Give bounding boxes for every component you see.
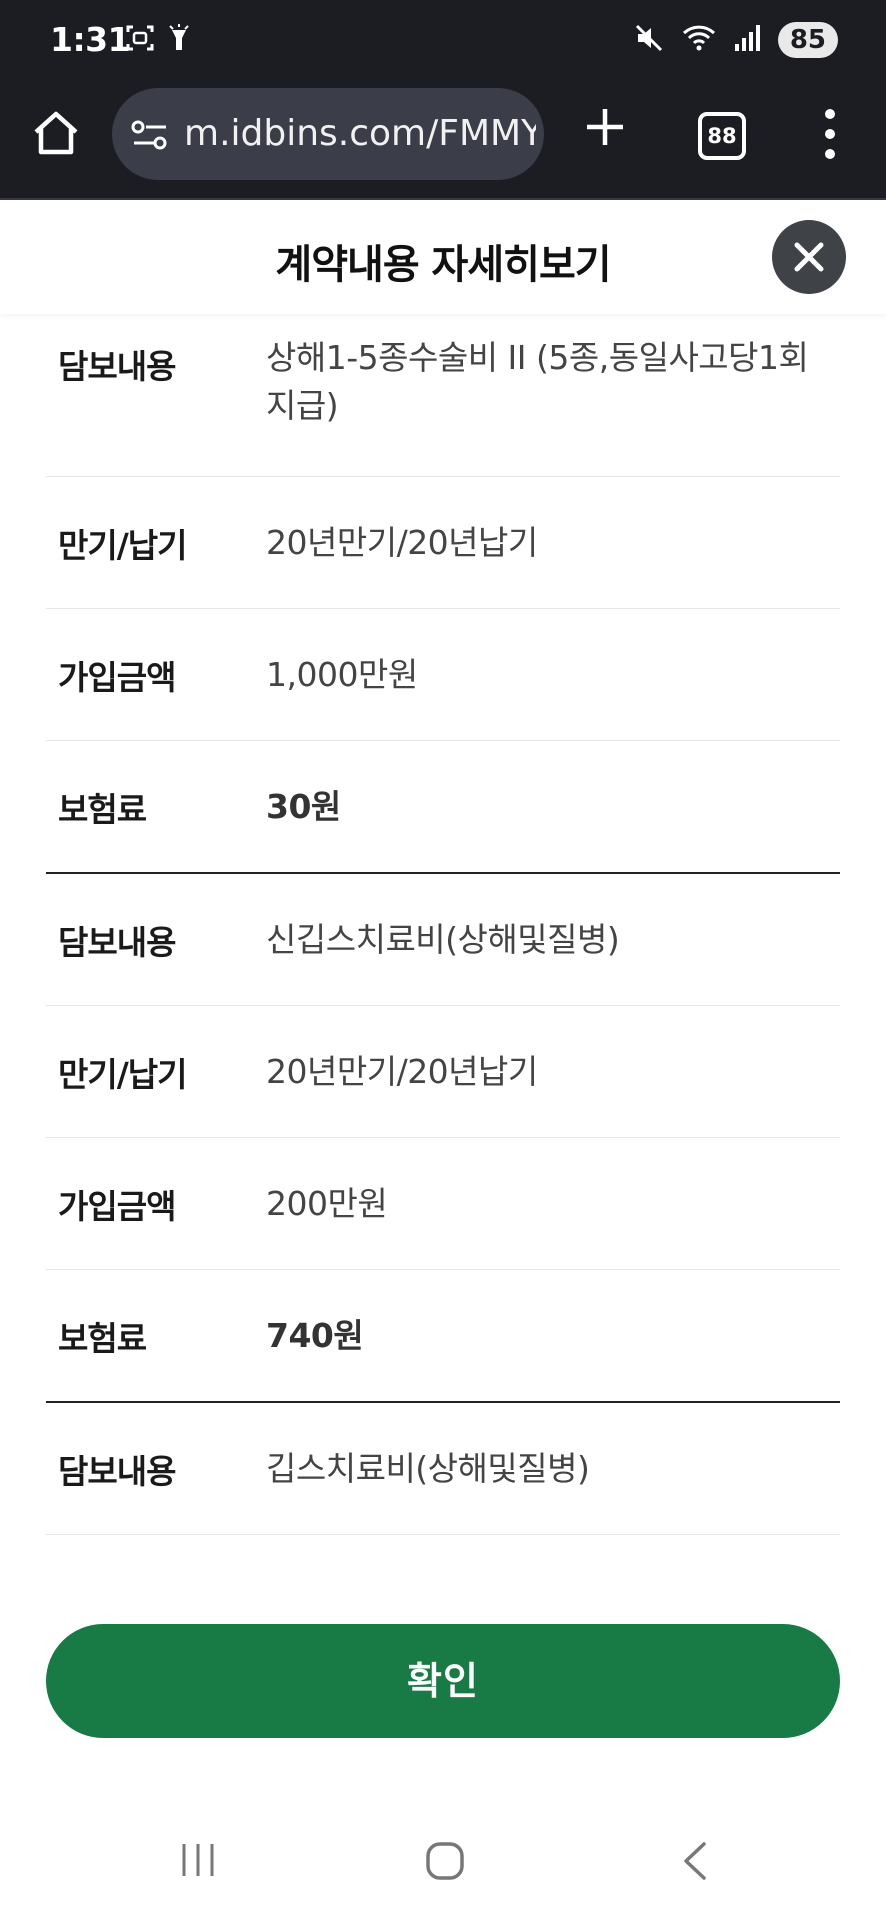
row-label: 가입금액 <box>58 657 176 697</box>
modal-header: 계약내용 자세히보기 <box>0 200 886 314</box>
row-value: 20년만기/20년납기 <box>266 522 538 562</box>
home-nav-icon[interactable] <box>424 1840 466 1886</box>
row-label: 보험료 <box>58 789 147 829</box>
row-value: 상해1-5종수술비 II (5종,동일사고당1회 지급) <box>266 338 809 425</box>
detail-row: 담보내용 상해1-5종수술비 II (5종,동일사고당1회 지급) <box>46 320 840 477</box>
row-label: 만기/납기 <box>58 1054 188 1094</box>
flashlight-icon <box>168 24 190 58</box>
signal-icon <box>734 24 760 56</box>
contract-detail-list: 담보내용 상해1-5종수술비 II (5종,동일사고당1회 지급) 만기/납기 … <box>46 320 840 1535</box>
detail-row: 담보내용 신깁스치료비(상해및질병) <box>46 874 840 1006</box>
mute-icon <box>634 23 664 57</box>
battery-icon: 85 <box>777 22 838 58</box>
row-label: 만기/납기 <box>58 525 188 565</box>
status-time: 1:31 <box>50 20 131 59</box>
more-vert-icon[interactable] <box>812 104 848 164</box>
navigation-bar <box>0 1800 886 1920</box>
detail-row: 만기/납기 20년만기/20년납기 <box>46 1006 840 1138</box>
detail-row: 가입금액 1,000만원 <box>46 609 840 741</box>
premium-value: 30원 <box>266 786 341 826</box>
row-label: 담보내용 <box>58 347 176 386</box>
row-value: 200만원 <box>266 1183 388 1223</box>
back-icon[interactable] <box>676 1840 712 1886</box>
row-label: 담보내용 <box>58 922 176 962</box>
close-button[interactable] <box>772 220 846 294</box>
wifi-icon <box>682 23 716 57</box>
detail-row: 만기/납기 20년만기/20년납기 <box>46 477 840 609</box>
row-value: 20년만기/20년납기 <box>266 1051 538 1091</box>
address-bar[interactable]: m.idbins.com/FMMY( <box>112 88 544 180</box>
close-icon <box>794 242 824 272</box>
row-label: 가입금액 <box>58 1186 176 1226</box>
site-settings-icon[interactable] <box>130 116 170 160</box>
detail-row: 가입금액 200만원 <box>46 1138 840 1270</box>
detail-row: 담보내용 깁스치료비(상해및질병) <box>46 1403 840 1535</box>
url-text[interactable]: m.idbins.com/FMMY( <box>184 108 536 160</box>
row-value: 1,000만원 <box>266 654 418 694</box>
detail-row: 보험료 30원 <box>46 741 840 874</box>
status-bar: 1:31 85 <box>0 0 886 84</box>
premium-value: 740원 <box>266 1315 364 1355</box>
tab-count: 88 <box>707 124 737 148</box>
screenshot-icon <box>126 24 154 56</box>
home-icon[interactable] <box>30 108 82 160</box>
row-label: 담보내용 <box>58 1451 176 1491</box>
row-value: 깁스치료비(상해및질병) <box>266 1448 590 1488</box>
tabs-icon[interactable]: 88 <box>698 112 746 160</box>
recent-apps-icon[interactable] <box>178 1840 218 1884</box>
row-label: 보험료 <box>58 1318 147 1358</box>
confirm-button[interactable]: 확인 <box>46 1624 840 1738</box>
modal-title: 계약내용 자세히보기 <box>275 242 611 288</box>
browser-toolbar: m.idbins.com/FMMY( 88 <box>0 84 886 200</box>
detail-row: 보험료 740원 <box>46 1270 840 1403</box>
row-value: 신깁스치료비(상해및질병) <box>266 919 620 959</box>
plus-icon[interactable] <box>580 102 630 152</box>
